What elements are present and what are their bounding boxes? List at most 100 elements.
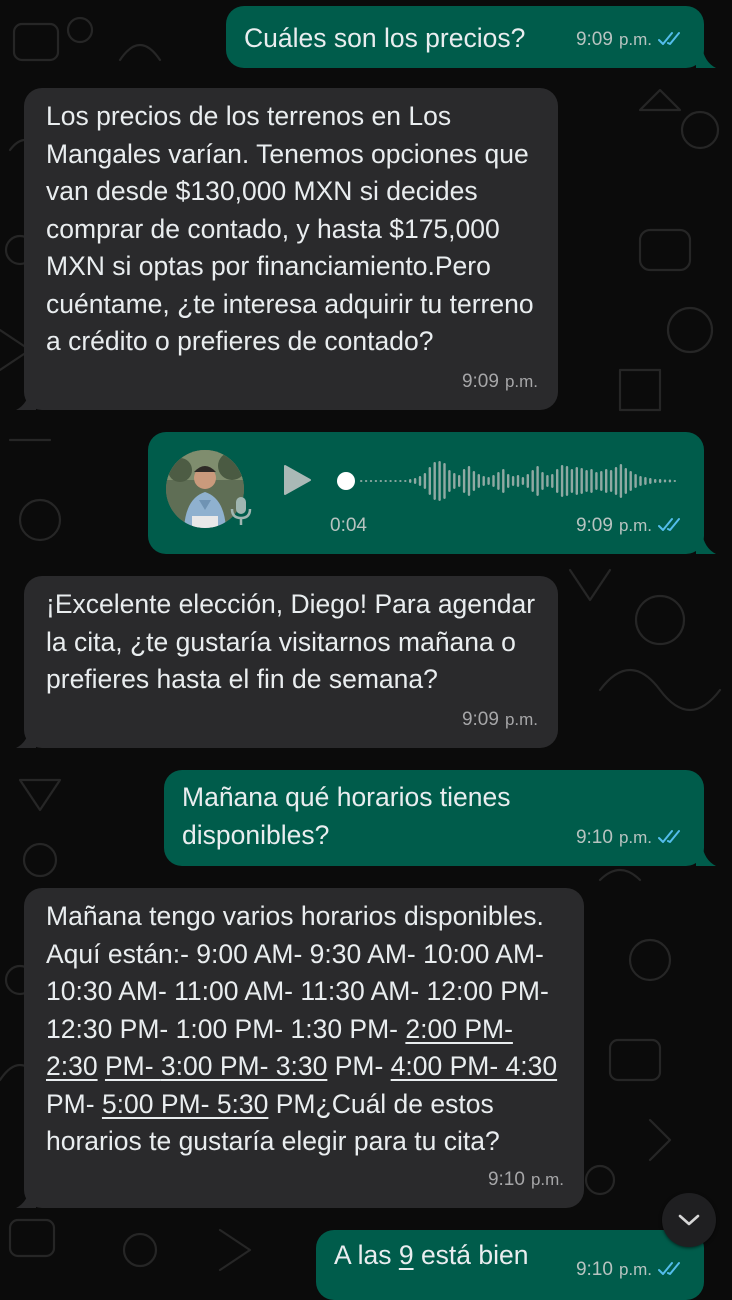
- waveform-bar: [521, 477, 525, 485]
- waveform-bar: [438, 461, 441, 501]
- waveform-bar: [570, 469, 574, 493]
- read-ticks-icon: [658, 518, 680, 532]
- message-meta: 9:09 p.m.: [576, 507, 684, 545]
- waveform-bar: [374, 480, 378, 482]
- waveform-bar: [546, 475, 549, 487]
- waveform-bar: [609, 470, 613, 492]
- waveform-bar: [492, 475, 495, 487]
- play-icon[interactable]: [282, 464, 312, 496]
- waveform-bar: [428, 467, 431, 495]
- message-time: 9:09: [461, 708, 499, 730]
- microphone-icon: [230, 497, 252, 525]
- bubble-tail: [16, 726, 36, 748]
- time-link[interactable]: PM-: [105, 1051, 161, 1081]
- time-link[interactable]: 9: [399, 1240, 414, 1270]
- waveform-bar: [624, 468, 627, 494]
- chevron-down-icon: [678, 1214, 700, 1226]
- waveform-bar: [487, 477, 490, 485]
- message-ampm: p.m.: [618, 29, 652, 49]
- waveform-bar: [389, 480, 392, 482]
- message-ampm: p.m.: [530, 1169, 564, 1189]
- waveform-bar: [556, 469, 559, 493]
- message-time: 9:10: [575, 1258, 613, 1280]
- waveform-bar: [644, 477, 647, 485]
- waveform-bar: [462, 469, 466, 493]
- waveform-bar: [418, 476, 422, 486]
- message-time: 9:10: [575, 826, 613, 848]
- waveform-bar: [379, 480, 382, 482]
- read-ticks-icon: [658, 830, 680, 844]
- message-incoming[interactable]: Los precios de los terrenos en Los Manga…: [24, 88, 558, 410]
- waveform-bar: [360, 480, 363, 482]
- waveform-bar: [605, 469, 608, 493]
- message-outgoing[interactable]: Cuáles son los precios? 9:09 p.m.: [226, 6, 704, 68]
- waveform-bar: [423, 473, 427, 489]
- voice-duration: 0:04: [330, 514, 367, 536]
- waveform-bar: [614, 467, 618, 495]
- time-link[interactable]: 5:00 PM- 5:30: [102, 1089, 268, 1119]
- waveform-bar: [526, 474, 529, 488]
- waveform-bar: [634, 474, 637, 488]
- message-ampm: p.m.: [618, 827, 652, 847]
- waveform-bar: [482, 476, 485, 486]
- waveform-bar: [364, 480, 368, 482]
- message-time: 9:09: [461, 370, 499, 392]
- waveform-bar: [654, 479, 657, 483]
- waveform-bar: [565, 466, 569, 496]
- message-ampm: p.m.: [618, 1259, 652, 1279]
- message-text: Cuáles son los precios?: [244, 23, 526, 53]
- waveform-bar: [477, 474, 480, 488]
- waveform-bar: [649, 478, 652, 484]
- message-outgoing[interactable]: A las 9 está bien 9:10 p.m.: [316, 1230, 704, 1300]
- waveform-bar: [551, 474, 554, 488]
- message-meta: 9:09 p.m.: [576, 21, 684, 59]
- waveform-bar: [639, 476, 642, 486]
- message-text-part: A las: [334, 1240, 399, 1270]
- bubble-tail: [16, 1186, 36, 1208]
- waveform-progress-knob[interactable]: [337, 472, 355, 490]
- waveform-bar: [384, 480, 387, 482]
- voice-waveform[interactable]: [336, 456, 676, 506]
- message-incoming[interactable]: Mañana tengo varios horarios disponibles…: [24, 888, 584, 1208]
- time-link[interactable]: 3:00 PM- 3:30: [161, 1051, 327, 1081]
- waveform-bar: [585, 470, 588, 492]
- message-meta: 9:09 p.m.: [462, 701, 538, 739]
- message-time: 9:10: [487, 1168, 525, 1190]
- bubble-tail: [16, 388, 36, 410]
- waveform-bar: [658, 479, 662, 483]
- message-time: 9:09: [575, 514, 613, 536]
- message-meta: 9:09 p.m.: [462, 363, 538, 401]
- message-text-part: PM-: [327, 1051, 391, 1081]
- voice-message[interactable]: 0:04 9:09 p.m.: [148, 432, 704, 554]
- message-text: ¡Excelente elección, Diego! Para agendar…: [46, 589, 536, 694]
- waveform-bar: [580, 468, 583, 494]
- message-ampm: p.m.: [618, 515, 652, 535]
- message-text-part: está bien: [413, 1240, 529, 1270]
- waveform-bar: [507, 474, 510, 488]
- waveform-bar: [472, 471, 476, 491]
- waveform-bar: [458, 475, 461, 487]
- waveform-bar: [531, 470, 534, 492]
- waveform-bar: [595, 472, 598, 490]
- message-outgoing[interactable]: Mañana qué horarios tienes disponibles? …: [164, 770, 704, 866]
- waveform-bar: [453, 473, 456, 489]
- waveform-bar: [541, 472, 544, 490]
- time-link[interactable]: 4:00 PM- 4:30: [391, 1051, 557, 1081]
- waveform-bar: [619, 464, 623, 498]
- waveform-bar: [511, 476, 515, 486]
- waveform-bar: [443, 463, 446, 499]
- waveform-bar: [413, 478, 417, 484]
- message-ampm: p.m.: [504, 371, 538, 391]
- scroll-to-bottom-button[interactable]: [662, 1193, 716, 1247]
- bubble-tail: [696, 46, 716, 68]
- bubble-tail: [696, 844, 716, 866]
- waveform-bar: [369, 480, 373, 482]
- waveform-bar: [502, 469, 505, 493]
- bubble-tail: [696, 532, 716, 554]
- waveform-bar: [516, 475, 520, 487]
- message-incoming[interactable]: ¡Excelente elección, Diego! Para agendar…: [24, 576, 558, 748]
- waveform-bar: [448, 470, 451, 492]
- message-text-part: PM-: [46, 1088, 102, 1119]
- read-ticks-icon: [658, 1262, 680, 1276]
- waveform-bar: [433, 462, 436, 500]
